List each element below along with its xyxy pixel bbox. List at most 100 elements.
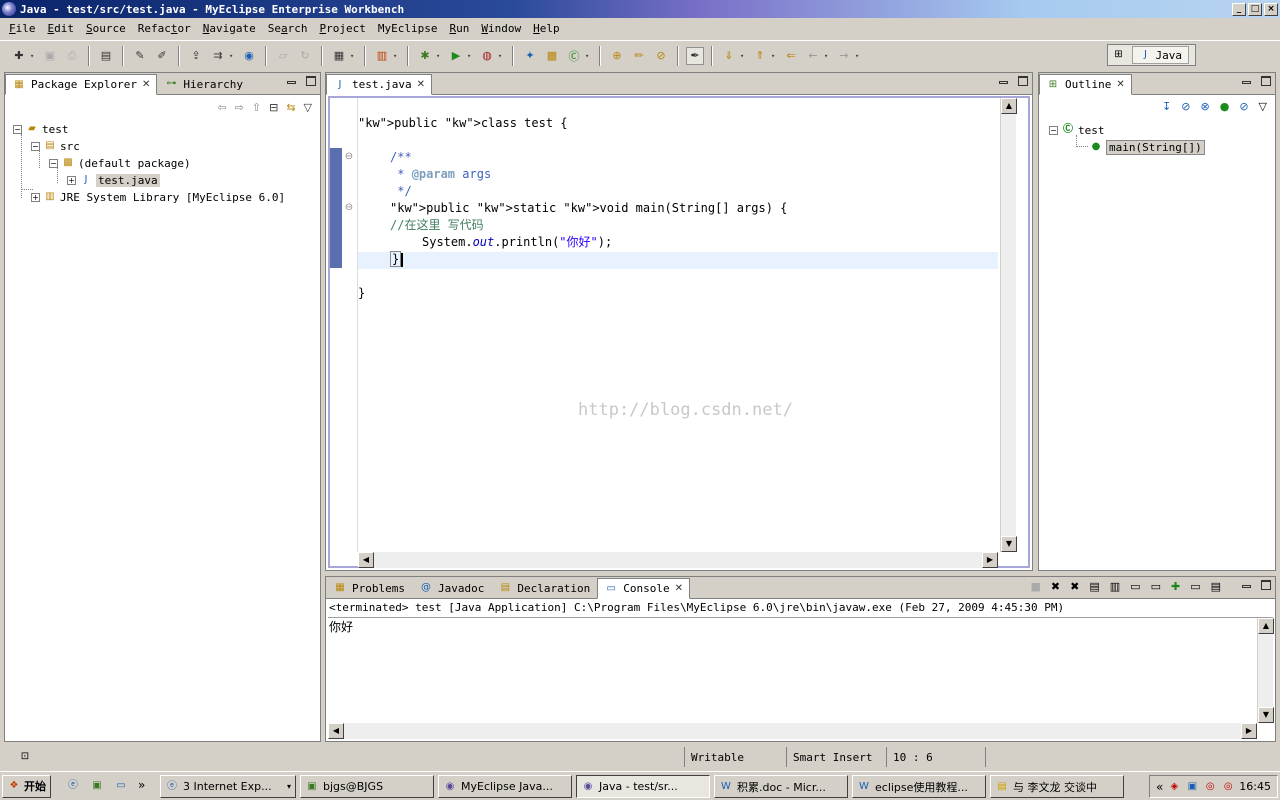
console-output-area[interactable]: 你好 ▲ ▼ ◀ ▶ [328,617,1274,739]
report-dropdown-icon[interactable]: ▾ [393,52,400,60]
scroll-left-icon[interactable]: ◀ [358,552,374,568]
ie-quicklaunch-icon[interactable]: ⓔ [66,779,80,793]
up-nav-icon[interactable]: ⇧ [252,101,261,114]
pin-console-icon[interactable]: ✚ [1171,580,1180,593]
scroll-right-icon[interactable]: ▶ [1241,723,1257,739]
editor-vertical-scrollbar[interactable]: ▲ ▼ [1000,98,1017,552]
search-tool-icon[interactable]: ✏ [630,47,648,65]
tree-src-folder[interactable]: − ▤ src [31,138,80,154]
last-edit-location-icon[interactable]: ⇐ [782,47,800,65]
remove-all-launches-icon[interactable]: ✖ [1070,580,1079,593]
new-package-icon[interactable]: ▩ [543,47,561,65]
refresh-icon[interactable]: ↻ [296,47,314,65]
maximize-view-icon[interactable] [306,76,316,86]
menu-item-run[interactable]: Run [444,22,474,35]
menu-item-navigate[interactable]: Navigate [198,22,261,35]
hide-static-icon[interactable]: ⊗ [1200,100,1209,113]
server-icon[interactable]: ▤ [97,47,115,65]
sort-icon[interactable]: ↧ [1162,100,1171,113]
debug-icon[interactable]: ✱ [416,47,434,65]
forward-nav-icon[interactable]: ⇨ [235,101,244,114]
close-button[interactable]: × [1264,2,1278,16]
taskbar-item-ie[interactable]: ⓔ 3 Internet Exp... ▾ [160,775,296,798]
scroll-down-icon[interactable]: ▼ [1258,707,1274,723]
minimize-view-icon[interactable] [1242,585,1251,588]
show-stderr-icon[interactable]: ▭ [1151,580,1161,593]
show-desktop-icon[interactable]: ▭ [114,779,128,793]
new-class-icon[interactable]: Ⓒ [565,47,583,65]
new-class-dropdown-icon[interactable]: ▾ [585,52,592,60]
open-console-icon[interactable]: ▤ [1211,580,1221,593]
expand-toggle-icon[interactable]: + [67,175,76,185]
scroll-up-icon[interactable]: ▲ [1258,618,1274,634]
console-horizontal-scrollbar[interactable]: ◀ ▶ [328,723,1257,739]
collapse-toggle-icon[interactable]: − [1049,125,1058,135]
network-icon[interactable]: ▣ [1185,780,1199,794]
menu-item-search[interactable]: Search [263,22,313,35]
maximize-view-icon[interactable] [1261,580,1271,590]
tab-package-explorer[interactable]: ▦ Package Explorer ✕ [5,74,158,95]
menu-item-source[interactable]: Source [81,22,131,35]
tree-jre-library[interactable]: + ▥ JRE System Library [MyEclipse 6.0] [31,189,285,205]
view-menu-icon[interactable]: ▽ [304,101,312,114]
forward-icon[interactable]: → [835,47,853,65]
menu-item-window[interactable]: Window [476,22,526,35]
collapse-all-icon[interactable]: ⊟ [269,101,278,114]
code-editor[interactable]: "kw">public "kw">class test { /** * @par… [358,98,998,552]
previous-annotation-dropdown-icon[interactable]: ▾ [771,52,778,60]
show-stdout-icon[interactable]: ▭ [1130,580,1140,593]
hide-local-types-icon[interactable]: ⊘ [1239,100,1248,113]
open-task-icon[interactable]: ⊘ [652,47,670,65]
browser-icon[interactable]: ◉ [240,47,258,65]
outline-class-test[interactable]: − Ⓒ test [1049,122,1105,138]
taskbar-item-bjgs[interactable]: ▣ bjgs@BJGS [300,775,434,798]
taskbar-item-myeclipse-java[interactable]: ◉ MyEclipse Java... [438,775,572,798]
java-perspective-button[interactable]: J Java [1131,46,1189,64]
tree-default-package[interactable]: − ▩ (default package) [49,155,191,171]
console-vertical-scrollbar[interactable]: ▲ ▼ [1257,618,1274,723]
run-dropdown-icon[interactable]: ▾ [467,52,474,60]
menu-item-help[interactable]: Help [528,22,565,35]
minimize-view-icon[interactable] [287,81,296,84]
tab-declaration[interactable]: ▤ Declaration [491,577,597,598]
close-tab-icon[interactable]: ✕ [417,79,425,90]
tab-console[interactable]: ▭ Console ✕ [597,578,690,599]
report-icon[interactable]: ▥ [373,47,391,65]
expand-toggle-icon[interactable]: + [31,192,40,202]
view-menu-icon[interactable]: ▽ [1259,100,1267,113]
server-run-dropdown-icon[interactable]: ▾ [229,52,236,60]
collapse-toggle-icon[interactable]: − [31,141,40,151]
menu-item-project[interactable]: Project [314,22,370,35]
tab-problems[interactable]: ▦ Problems [326,577,412,598]
outline-method-main[interactable]: ● main(String[]) [1089,139,1205,155]
close-tab-icon[interactable]: ✕ [1116,79,1124,90]
editor-horizontal-scrollbar[interactable]: ◀ ▶ [358,552,998,568]
folding-ruler[interactable]: ⊖ ⊖ [342,98,358,552]
scroll-lock-icon[interactable]: ▥ [1110,580,1120,593]
external-tools-icon[interactable]: ◍ [478,47,496,65]
wizard-icon[interactable]: ✎ [131,47,149,65]
image-icon[interactable]: ▦ [330,47,348,65]
hide-non-public-icon[interactable]: ● [1220,100,1230,113]
close-tab-icon[interactable]: ✕ [142,79,150,90]
fast-view-icon[interactable]: ⊡ [18,750,32,764]
print-icon[interactable]: ⎙ [63,47,81,65]
new-icon[interactable]: ✚ [10,47,28,65]
debug-dropdown-icon[interactable]: ▾ [436,52,443,60]
minimize-view-icon[interactable] [999,81,1008,84]
tab-test-java[interactable]: J test.java ✕ [326,74,432,95]
previous-annotation-icon[interactable]: ⇑ [751,47,769,65]
tree-project-test[interactable]: − ▰ test [13,121,69,137]
menu-item-edit[interactable]: Edit [43,22,80,35]
menu-item-myeclipse[interactable]: MyEclipse [373,22,443,35]
scroll-right-icon[interactable]: ▶ [982,552,998,568]
new-java-project-icon[interactable]: ✦ [521,47,539,65]
tab-outline[interactable]: ⊞ Outline ✕ [1039,74,1132,95]
quicklaunch-expand-icon[interactable]: » [138,778,145,792]
input-method-icon[interactable]: ◈ [1167,780,1181,794]
taskbar-item-java-test[interactable]: ◉ Java - test/sr... [576,775,710,798]
fold-icon[interactable]: ⊖ [342,150,356,164]
remove-launch-icon[interactable]: ✖ [1051,580,1060,593]
back-nav-icon[interactable]: ⇦ [217,101,226,114]
menu-item-refactor[interactable]: Refactor [133,22,196,35]
